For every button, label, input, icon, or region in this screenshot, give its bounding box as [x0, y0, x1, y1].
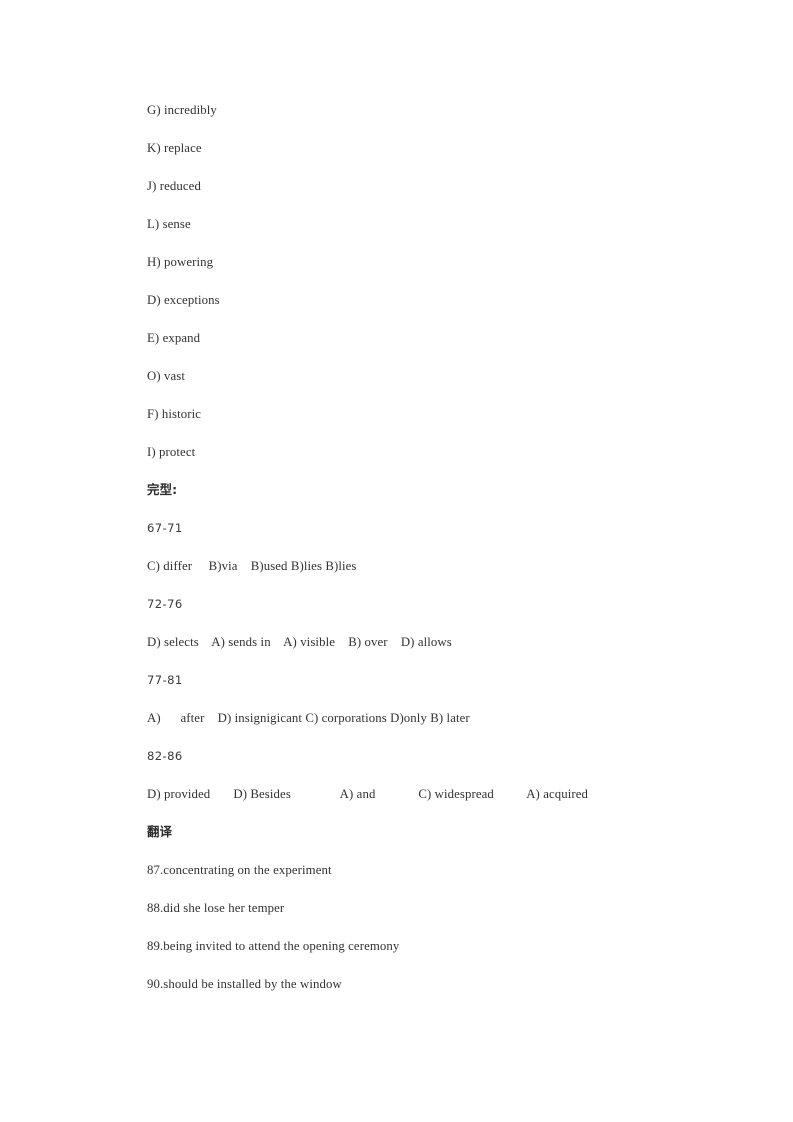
vocabulary-answer-item: O) vast: [147, 369, 186, 383]
vocabulary-answer-item: J) reduced: [147, 179, 201, 193]
vocabulary-answer-item: I) protect: [147, 445, 196, 459]
cloze-range-label: 67-71: [147, 521, 183, 535]
translation-answer-item: 90.should be installed by the window: [147, 977, 342, 991]
vocabulary-answer-item: H) powering: [147, 255, 214, 269]
vocabulary-answer-item: E) expand: [147, 331, 201, 345]
translation-section-heading: 翻译: [147, 824, 173, 839]
translation-answer-item: 89.being invited to attend the opening c…: [147, 939, 400, 953]
cloze-answer-row: D) provided D) Besides A) and C) widespr…: [147, 787, 589, 801]
vocabulary-answer-item: F) historic: [147, 407, 202, 421]
document-page: G) incredibly K) replace J) reduced L) s…: [0, 0, 793, 1122]
translation-answer-item: 87.concentrating on the experiment: [147, 863, 332, 877]
cloze-answer-row: A) after D) insignigicant C) corporation…: [147, 711, 470, 725]
vocabulary-answer-item: L) sense: [147, 217, 191, 231]
cloze-range-label: 72-76: [147, 597, 183, 611]
translation-answer-item: 88.did she lose her temper: [147, 901, 285, 915]
document-body: G) incredibly K) replace J) reduced L) s…: [147, 100, 747, 1012]
cloze-answer-row: D) selects A) sends in A) visible B) ove…: [147, 635, 452, 649]
vocabulary-answer-list: G) incredibly K) replace J) reduced L) s…: [147, 100, 747, 480]
cloze-range-label: 77-81: [147, 673, 183, 687]
translation-section: 翻译 87.concentrating on the experiment 88…: [147, 822, 747, 1012]
vocabulary-answer-item: D) exceptions: [147, 293, 220, 307]
cloze-answer-row: C) differ B)via B)used B)lies B)lies: [147, 559, 357, 573]
cloze-range-label: 82-86: [147, 749, 183, 763]
cloze-section-heading: 完型:: [147, 482, 178, 497]
vocabulary-answer-item: G) incredibly: [147, 103, 217, 117]
vocabulary-answer-item: K) replace: [147, 141, 202, 155]
cloze-section: 完型: 67-71 C) differ B)via B)used B)lies …: [147, 480, 747, 822]
